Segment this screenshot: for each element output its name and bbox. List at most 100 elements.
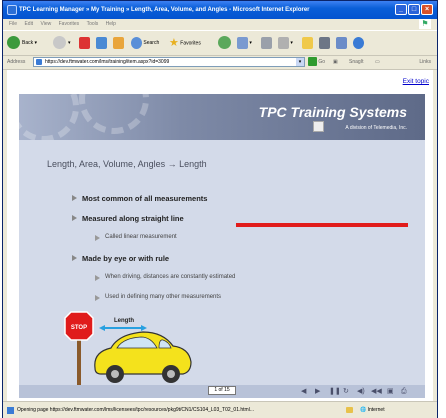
back-button[interactable]: Back ▾: [7, 35, 37, 51]
windows-logo-icon: ⚑: [419, 19, 431, 29]
search-icon: [131, 36, 142, 49]
address-bar: Address https://dev.ftmwater.com/lms/tra…: [3, 55, 437, 70]
forward-button[interactable]: ▾: [53, 35, 71, 51]
gear-decoration: [79, 94, 149, 134]
menu-bar: File Edit View Favorites Tools Help ⚑: [3, 19, 437, 29]
sub-bullet-item: When driving, distances are constantly e…: [95, 274, 235, 281]
browser-window: TPC Learning Manager » My Training » Len…: [2, 0, 438, 418]
menu-tools[interactable]: Tools: [87, 21, 99, 27]
car-length-illustration: STOP Length: [64, 311, 192, 386]
menu-file[interactable]: File: [9, 21, 17, 27]
bullet-item: Measured along straight line: [72, 214, 184, 223]
snagit-icon[interactable]: ▣: [333, 55, 338, 69]
length-label: Length: [114, 318, 134, 324]
research-button[interactable]: [336, 35, 347, 51]
slide-header: TPC Training Systems A division of Telem…: [19, 94, 425, 140]
messenger-button[interactable]: [353, 35, 364, 51]
address-dropdown-icon[interactable]: ▾: [296, 58, 304, 66]
refresh-icon: [96, 36, 107, 49]
menu-icon[interactable]: ▣: [387, 387, 394, 396]
brand-title: TPC Training Systems: [258, 104, 407, 120]
home-icon: [113, 36, 124, 49]
menu-help[interactable]: Help: [106, 21, 116, 27]
history-button[interactable]: [218, 35, 233, 51]
rewind-icon[interactable]: ◀◀: [371, 387, 382, 396]
pause-icon[interactable]: ❚❚: [329, 387, 341, 396]
search-button[interactable]: Search: [131, 35, 159, 51]
stop-button[interactable]: [79, 35, 90, 51]
replay-icon[interactable]: ↻: [343, 387, 349, 396]
page-content: Exit topic TPC Training Systems A divisi…: [7, 70, 433, 401]
slide-footer: 1 of 15 ◀ ▶ ❚❚ ↻ ◀) ◀◀ ▣ ⎙: [19, 385, 425, 398]
bullet-arrow-icon: [95, 235, 100, 241]
go-arrow-icon: [308, 57, 317, 67]
close-button[interactable]: ×: [421, 4, 433, 15]
lock-icon: [346, 407, 353, 413]
menu-view[interactable]: View: [40, 21, 51, 27]
arrow-head-left: [99, 325, 105, 331]
status-bar: Opening page https://dev.ftmwater.com/lm…: [3, 401, 437, 418]
print-slide-icon[interactable]: ⎙: [401, 387, 407, 396]
print-button[interactable]: [261, 35, 272, 51]
stop-sign-text: STOP: [71, 325, 87, 331]
telemedia-logo-icon: [313, 121, 324, 132]
maximize-button[interactable]: □: [408, 4, 420, 15]
bullet-item: Made by eye or with rule: [72, 254, 169, 263]
bullet-arrow-icon: [72, 215, 77, 221]
links-button[interactable]: Links: [419, 55, 431, 69]
previous-icon[interactable]: ◀: [301, 387, 306, 396]
snagit-window-icon[interactable]: ▭: [375, 55, 380, 69]
print-icon: [261, 36, 272, 49]
discuss-icon: [319, 36, 330, 49]
annotation-red-line: [236, 223, 408, 227]
folder-button[interactable]: [302, 35, 313, 51]
window-title: TPC Learning Manager » My Training » Len…: [19, 7, 310, 13]
title-bar: TPC Learning Manager » My Training » Len…: [3, 1, 437, 19]
status-page-icon: [7, 407, 14, 414]
snagit-button[interactable]: SnagIt: [349, 55, 363, 69]
gear-decoration: [19, 94, 79, 140]
messenger-icon: [353, 36, 364, 49]
bullet-arrow-icon: [95, 275, 100, 281]
car-hubcap: [111, 370, 119, 378]
discuss-button[interactable]: [319, 35, 330, 51]
refresh-button[interactable]: [96, 35, 107, 51]
favorites-star-icon: ★: [169, 37, 179, 49]
sub-bullet-item: Used in defining many other measurements: [95, 294, 221, 301]
minimize-button[interactable]: _: [395, 4, 407, 15]
arrow-head-right: [141, 325, 147, 331]
bullet-arrow-icon: [95, 295, 100, 301]
favorites-button[interactable]: ★ Favorites: [169, 35, 201, 51]
sub-bullet-item: Called linear measurement: [95, 234, 177, 241]
slide: TPC Training Systems A division of Telem…: [19, 94, 425, 398]
bullet-item: Most common of all measurements: [72, 194, 207, 203]
go-button[interactable]: Go: [308, 57, 325, 67]
page-indicator: 1 of 15: [208, 386, 236, 395]
research-icon: [336, 36, 347, 49]
history-icon: [218, 36, 231, 50]
bullet-arrow-icon: [72, 255, 77, 261]
play-icon[interactable]: ▶: [315, 387, 320, 396]
folder-icon: [302, 36, 313, 49]
status-text: Opening page https://dev.ftmwater.com/lm…: [17, 407, 254, 413]
forward-arrow-icon: [53, 36, 66, 50]
stop-icon: [79, 36, 90, 49]
bullet-arrow-icon: [72, 195, 77, 201]
home-button[interactable]: [113, 35, 124, 51]
menu-favorites[interactable]: Favorites: [59, 21, 80, 27]
edit-icon: [278, 36, 289, 49]
security-zone: 🌐 Internet: [360, 407, 385, 413]
address-input[interactable]: https://dev.ftmwater.com/lms/training/it…: [33, 57, 305, 67]
exit-topic-link[interactable]: Exit topic: [403, 78, 429, 85]
ie-icon: [7, 5, 17, 15]
mail-button[interactable]: ▾: [237, 35, 252, 51]
back-arrow-icon: [7, 36, 20, 50]
car-hubcap: [167, 370, 175, 378]
edit-button[interactable]: ▾: [278, 35, 293, 51]
brand-subtitle: A division of Telemedia, Inc.: [345, 125, 407, 131]
audio-icon[interactable]: ◀): [357, 387, 365, 396]
mail-icon: [237, 36, 248, 49]
toolbar: Back ▾ ▾ Search ★ Favorites ▾ ▾: [3, 30, 437, 56]
menu-edit[interactable]: Edit: [24, 21, 33, 27]
address-url: https://dev.ftmwater.com/lms/training/it…: [45, 59, 170, 65]
